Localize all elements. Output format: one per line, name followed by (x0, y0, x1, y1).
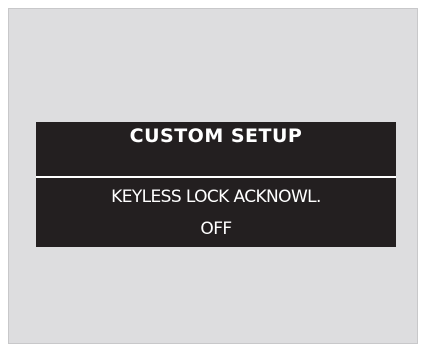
header-divider (36, 176, 396, 178)
display-title: CUSTOM SETUP (129, 125, 303, 147)
info-display-panel: CUSTOM SETUP KEYLESS LOCK ACKNOWL. OFF (36, 122, 396, 247)
setting-name: KEYLESS LOCK ACKNOWL. (111, 187, 321, 207)
setting-value: OFF (200, 219, 232, 239)
